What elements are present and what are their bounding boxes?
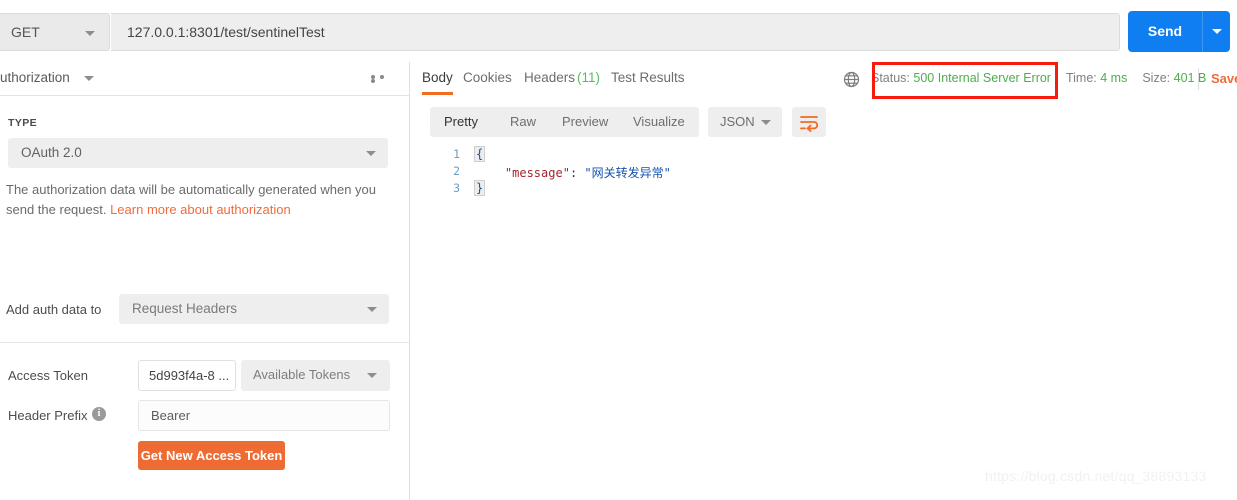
access-token-label: Access Token — [8, 368, 88, 383]
language-dropdown[interactable]: JSON — [708, 107, 782, 137]
size-value: 401 B — [1173, 71, 1207, 85]
code-text: "message": "网关转发异常" — [476, 164, 671, 181]
line-number: 3 — [453, 181, 460, 195]
chevron-down-icon — [761, 120, 771, 125]
request-bar: GET 127.0.0.1:8301/test/sentinelTest Sen… — [0, 0, 1237, 62]
http-method-dropdown[interactable]: GET — [0, 13, 110, 51]
auth-type-value: OAuth 2.0 — [21, 145, 82, 160]
available-tokens-dropdown[interactable]: Available Tokens — [241, 360, 390, 391]
url-input[interactable]: 127.0.0.1:8301/test/sentinelTest — [111, 13, 1120, 51]
code-text: } — [474, 180, 486, 196]
status-value: 500 Internal Server Error — [913, 71, 1051, 85]
tab-headers-label: Headers — [524, 70, 576, 85]
code-line: 1 { — [430, 146, 1210, 164]
active-tab-underline — [422, 92, 453, 95]
size-badge: Size: 401 B — [1142, 71, 1206, 85]
ellipsis-icon[interactable] — [371, 75, 397, 83]
http-method-value: GET — [11, 24, 40, 40]
add-auth-data-value: Request Headers — [132, 301, 238, 316]
line-number: 1 — [453, 147, 460, 161]
tab-cookies[interactable]: Cookies — [463, 70, 512, 85]
status-badge: Status: 500 Internal Server Error — [871, 71, 1051, 85]
auth-type-label: TYPE — [8, 117, 38, 129]
open-brace: { — [474, 146, 486, 162]
chevron-down-icon — [366, 151, 376, 156]
available-tokens-value: Available Tokens — [253, 367, 351, 382]
time-badge: Time: 4 ms — [1066, 71, 1127, 85]
chevron-down-icon — [85, 31, 95, 36]
code-line: 3 } — [430, 180, 1210, 198]
chevron-down-icon — [367, 373, 377, 378]
format-tab-preview[interactable]: Preview — [562, 114, 608, 129]
learn-more-link[interactable]: Learn more about authorization — [110, 202, 291, 217]
header-prefix-input[interactable]: Bearer — [138, 400, 390, 431]
status-label: Status: — [871, 71, 910, 85]
json-punct: : — [569, 166, 585, 180]
time-label: Time: — [1065, 71, 1097, 85]
send-options-dropdown[interactable] — [1202, 11, 1230, 52]
request-config-panel: Authorization TYPE OAuth 2.0 The authori… — [0, 62, 410, 500]
code-line: 2 "message": "网关转发异常" — [430, 164, 1210, 181]
headers-count-badge: (11) — [577, 70, 601, 85]
auth-type-dropdown[interactable]: OAuth 2.0 — [8, 138, 388, 168]
code-text: { — [474, 146, 486, 162]
access-token-input[interactable]: 5d993f4a-8 ... — [138, 360, 236, 391]
json-key: "message" — [504, 166, 570, 180]
header-prefix-label: Header Prefix — [8, 408, 88, 423]
send-button-label: Send — [1147, 23, 1183, 39]
auth-help-text: The authorization data will be automatic… — [6, 180, 386, 220]
chevron-down-icon[interactable] — [84, 76, 94, 81]
response-panel: Body Cookies Headers (11) Test Results St… — [411, 62, 1237, 500]
line-number: 2 — [453, 164, 460, 178]
response-meta: Status: 500 Internal Server Error Time: 4… — [871, 71, 1221, 89]
language-value: JSON — [720, 114, 755, 129]
add-auth-data-label: Add auth data to — [6, 302, 102, 317]
wrap-text-icon[interactable] — [792, 107, 826, 137]
size-label: Size: — [1142, 71, 1171, 85]
info-icon[interactable]: i — [92, 407, 106, 421]
format-tab-visualize[interactable]: Visualize — [633, 114, 685, 129]
format-tab-raw[interactable]: Raw — [510, 114, 536, 129]
response-body-code[interactable]: 1 { 2 "message": "网关转发异常" 3 } — [430, 146, 1210, 487]
get-new-access-token-button[interactable]: Get New Access Token — [138, 441, 285, 470]
tab-body-label: Body — [422, 70, 453, 85]
format-tab-group: Pretty Raw Preview Visualize — [430, 107, 699, 137]
section-divider — [0, 342, 409, 343]
send-button[interactable]: Send — [1128, 11, 1230, 52]
tab-body[interactable]: Body — [422, 70, 453, 95]
tab-test-results[interactable]: Test Results — [611, 70, 685, 85]
watermark: https://blog.csdn.net/qq_38893133 — [985, 468, 1207, 484]
tab-authorization[interactable]: Authorization — [0, 70, 70, 85]
close-brace: } — [474, 180, 486, 196]
vertical-divider — [1198, 68, 1199, 90]
request-tabbar: Authorization — [0, 62, 409, 96]
tab-headers[interactable]: Headers (11) — [524, 70, 600, 85]
response-tabbar: Body Cookies Headers (11) Test Results St… — [411, 62, 1237, 99]
chevron-down-icon — [1212, 29, 1222, 34]
json-string-value: "网关转发异常" — [584, 166, 671, 180]
globe-icon[interactable] — [843, 71, 860, 88]
format-tab-pretty[interactable]: Pretty — [444, 114, 478, 129]
time-value: 4 ms — [1100, 71, 1128, 85]
chevron-down-icon — [367, 307, 377, 312]
save-response-button[interactable]: Save — [1211, 71, 1237, 86]
add-auth-data-dropdown[interactable]: Request Headers — [119, 294, 389, 324]
